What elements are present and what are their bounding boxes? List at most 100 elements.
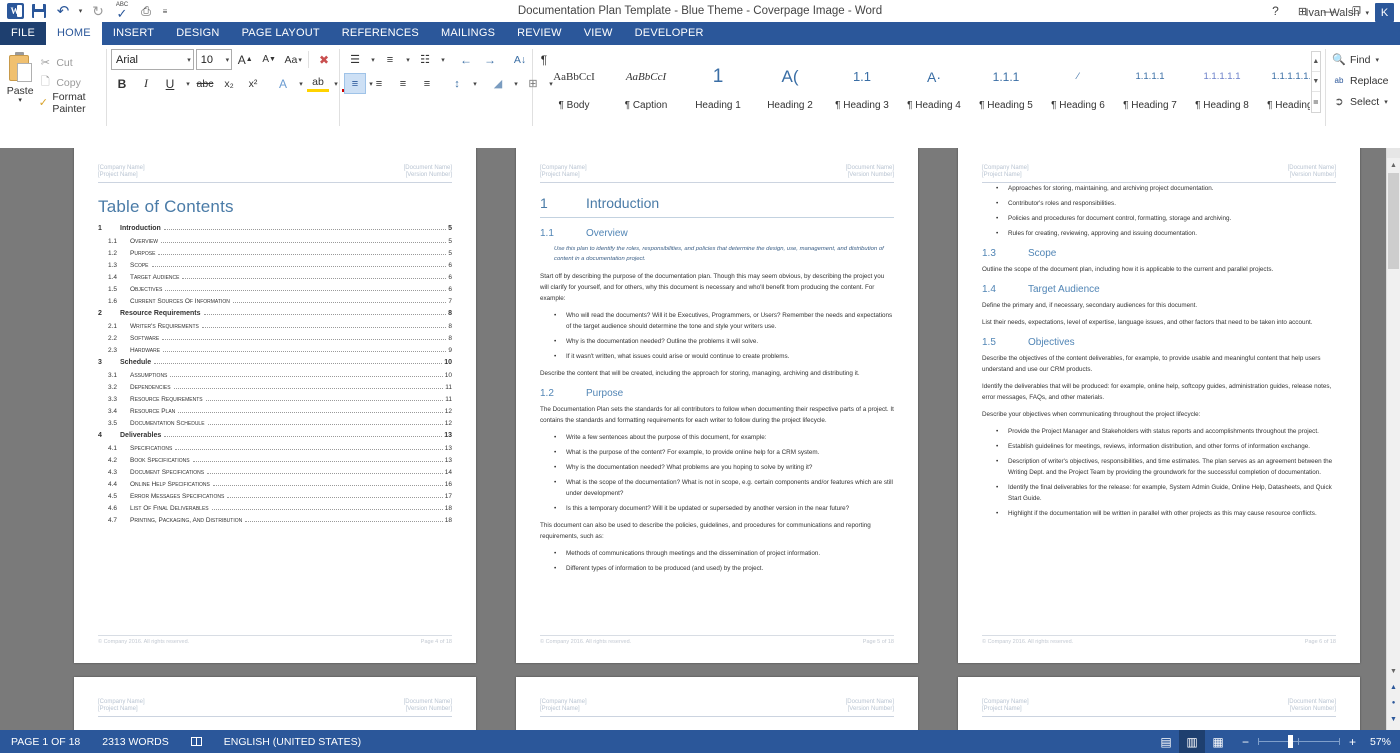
style-item[interactable]: 1.1.1.1.1 ¶ Heading 8 — [1186, 52, 1258, 114]
document-page[interactable]: [Company Name] [Project Name] [Document Na… — [74, 677, 476, 730]
tab-insert[interactable]: INSERT — [102, 22, 165, 45]
word-logo-icon[interactable]: W — [4, 1, 26, 21]
vertical-scrollbar[interactable]: ▲ ▼ ▲ ● ▼ — [1386, 148, 1400, 730]
shading-dropdown-icon[interactable]: ▾ — [511, 73, 520, 94]
justify-button[interactable]: ≡ — [416, 73, 438, 94]
toc-entry[interactable]: 3.3 Resource Requirements 11 — [98, 396, 452, 403]
print-preview-icon[interactable]: ⎙ — [135, 1, 157, 21]
document-page[interactable]: [Company Name] [Project Name] [Document Na… — [958, 148, 1360, 663]
styles-gallery[interactable]: AaBbCcI ¶ Body AaBbCcI ¶ Caption 1 Heading 1 A… — [537, 51, 1311, 115]
strikethrough-button[interactable]: abc — [194, 73, 216, 94]
font-name-combobox[interactable]: Arial ▾ — [111, 49, 194, 70]
styles-scroll-up-icon[interactable]: ▲ — [1311, 52, 1320, 72]
toc-entry[interactable]: 1.1 Overview 5 — [98, 238, 452, 245]
font-size-combobox[interactable]: 10 ▾ — [195, 49, 233, 70]
previous-page-button[interactable]: ▲ — [1387, 680, 1400, 694]
superscript-button[interactable]: x² — [242, 73, 264, 94]
proofing-status[interactable] — [180, 737, 213, 746]
select-dropdown-icon[interactable]: ▾ — [1384, 98, 1388, 106]
toc-entry[interactable]: 4 Deliverables 13 — [98, 432, 452, 439]
style-item[interactable]: 1.1.1.1 ¶ Heading 7 — [1114, 52, 1186, 114]
toc-entry[interactable]: 3.1 Assumptions 10 — [98, 372, 452, 379]
toc-entry[interactable]: 3 Schedule 10 — [98, 359, 452, 366]
document-page[interactable]: [Company Name] [Project Name] [Document Na… — [74, 148, 476, 663]
line-spacing-dropdown-icon[interactable]: ▾ — [470, 73, 479, 94]
toc-entry[interactable]: 3.2 Dependencies 11 — [98, 384, 452, 391]
undo-icon[interactable]: ↶ — [52, 1, 74, 21]
zoom-slider[interactable] — [1258, 735, 1340, 748]
toc-entry[interactable]: 2.3 Hardware 9 — [98, 347, 452, 354]
change-case-button[interactable]: Aa ▾ — [282, 49, 304, 70]
multilevel-list-button[interactable]: ☷ — [414, 49, 436, 70]
styles-gallery-scroll[interactable]: ▲ ▼ ≣ — [1310, 51, 1321, 113]
underline-dropdown-icon[interactable]: ▾ — [183, 73, 192, 94]
bold-button[interactable]: B — [111, 73, 133, 94]
ribbon-tab-strip[interactable]: FILE HOME INSERT DESIGN PAGE LAYOUT REFE… — [0, 3, 1400, 45]
split-window-handle[interactable] — [1387, 148, 1400, 158]
style-item[interactable]: ⁄ ¶ Heading 6 — [1042, 52, 1114, 114]
word-count[interactable]: 2313 WORDS — [91, 736, 180, 748]
document-canvas[interactable]: [Company Name] [Project Name] [Document Na… — [0, 148, 1400, 730]
language-indicator[interactable]: ENGLISH (UNITED STATES) — [213, 736, 372, 748]
text-effects-button[interactable]: A — [272, 73, 294, 94]
zoom-level-label[interactable]: 57% — [1365, 736, 1391, 748]
toc-entry[interactable]: 1.4 Target Audience 6 — [98, 274, 452, 281]
toc-entry[interactable]: 4.5 Error Messages Specifications 17 — [98, 493, 452, 500]
style-item[interactable]: 1.1.1.1.1.1 ¶ Heading 9 — [1258, 52, 1309, 114]
read-mode-button[interactable]: ▤ — [1153, 730, 1179, 753]
tab-page-layout[interactable]: PAGE LAYOUT — [231, 22, 331, 45]
toc-entry[interactable]: 1 Introduction 5 — [98, 225, 452, 232]
next-page-button[interactable]: ▼ — [1387, 712, 1400, 726]
zoom-in-button[interactable]: + — [1347, 735, 1358, 749]
style-item[interactable]: A(Heading 2 — [754, 52, 826, 114]
text-effects-dropdown-icon[interactable]: ▾ — [296, 73, 305, 94]
highlight-dropdown-icon[interactable]: ▾ — [331, 73, 340, 94]
shading-button[interactable]: ◢ — [487, 73, 509, 94]
toc-entry[interactable]: 4.3 Document specifications 14 — [98, 469, 452, 476]
tab-mailings[interactable]: MAILINGS — [430, 22, 506, 45]
browse-object-button[interactable]: ● — [1387, 696, 1400, 710]
spelling-check-icon[interactable]: ABC ✓ — [111, 1, 133, 21]
sort-button[interactable]: A↓ — [509, 49, 531, 70]
style-item[interactable]: AaBbCcI ¶ Body — [538, 52, 610, 114]
bullets-dropdown-icon[interactable]: ▾ — [368, 49, 377, 70]
document-page[interactable]: [Company Name] [Project Name] [Document Na… — [516, 677, 918, 730]
toc-entry[interactable]: 2.2 Software 8 — [98, 335, 452, 342]
tab-design[interactable]: DESIGN — [165, 22, 230, 45]
toc-entry[interactable]: 1.6 Current sources of information 7 — [98, 298, 452, 305]
toc-entry[interactable]: 3.4 Resource Plan 12 — [98, 408, 452, 415]
toc-entry[interactable]: 4.4 Online Help Specifications 16 — [98, 481, 452, 488]
avatar[interactable]: K — [1375, 3, 1394, 22]
styles-scroll-down-icon[interactable]: ▼ — [1311, 72, 1320, 92]
zoom-slider-thumb[interactable] — [1288, 735, 1293, 748]
redo-icon[interactable]: ↻ — [87, 1, 109, 21]
line-spacing-button[interactable]: ↕ — [446, 73, 468, 94]
chevron-down-icon[interactable]: ▾ — [222, 56, 230, 64]
save-icon[interactable] — [28, 1, 50, 21]
toc-entry[interactable]: 1.5 Objectives 6 — [98, 286, 452, 293]
shrink-font-button[interactable]: A ▼ — [258, 49, 280, 70]
bullets-button[interactable]: ☰ — [344, 49, 366, 70]
style-item[interactable]: 1.1 ¶ Heading 3 — [826, 52, 898, 114]
tab-developer[interactable]: DEVELOPER — [624, 22, 715, 45]
quick-access-toolbar[interactable]: W ↶ ▾ ↻ ABC ✓ ⎙ ≡ — [0, 1, 171, 21]
document-page[interactable]: [Company Name] [Project Name] [Document Na… — [958, 677, 1360, 730]
tab-home[interactable]: HOME — [46, 22, 102, 45]
align-right-button[interactable]: ≡ — [392, 73, 414, 94]
align-left-button[interactable]: ≡ — [344, 73, 366, 94]
web-layout-button[interactable]: ▦ — [1205, 730, 1231, 753]
grow-font-button[interactable]: A ▲ — [234, 49, 256, 70]
tab-file[interactable]: FILE — [0, 22, 47, 45]
find-dropdown-icon[interactable]: ▾ — [1375, 56, 1379, 64]
multilevel-dropdown-icon[interactable]: ▾ — [438, 49, 447, 70]
format-painter-button[interactable]: ✓ Format Painter — [36, 91, 102, 115]
tab-view[interactable]: VIEW — [573, 22, 624, 45]
page-indicator[interactable]: PAGE 1 OF 18 — [0, 736, 91, 748]
toc-entry[interactable]: 4.1 Specifications 13 — [98, 445, 452, 452]
style-item[interactable]: A· ¶ Heading 4 — [898, 52, 970, 114]
scroll-thumb[interactable] — [1388, 173, 1399, 269]
paste-dropdown-icon[interactable]: ▾ — [18, 97, 22, 104]
cut-button[interactable]: ✂ Cut — [36, 54, 102, 71]
align-center-button[interactable]: ≡ — [368, 73, 390, 94]
clear-formatting-button[interactable]: ✖ — [313, 49, 335, 70]
